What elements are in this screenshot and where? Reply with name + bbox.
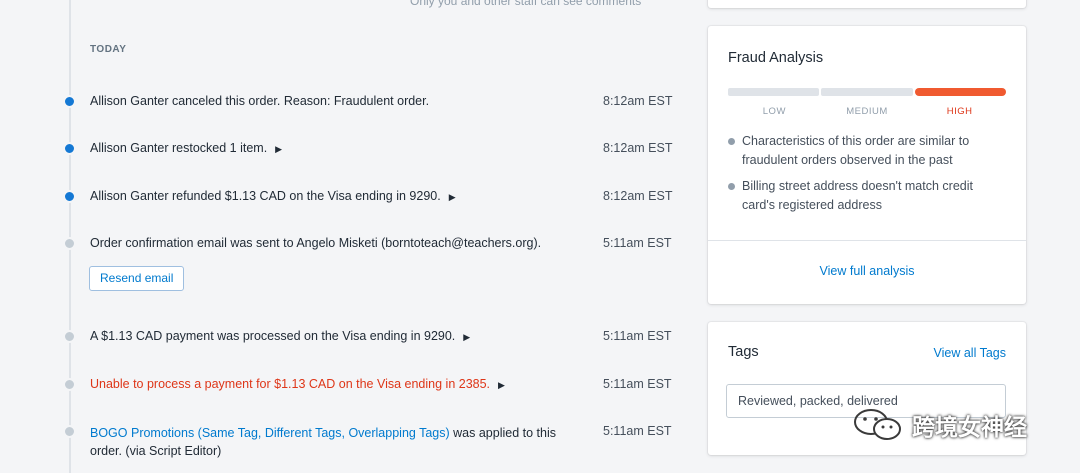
day-heading: TODAY	[90, 44, 127, 55]
risk-segment-medium	[821, 88, 913, 96]
fraud-analysis-card: Fraud Analysis LOW MEDIUM HIGH Character…	[708, 26, 1026, 304]
view-full-analysis-link[interactable]: View full analysis	[708, 264, 1026, 278]
card-title: Fraud Analysis	[728, 50, 824, 66]
expand-caret-icon[interactable]: ▶	[275, 144, 282, 154]
wechat-logo-icon	[854, 409, 901, 440]
timeline-dot-icon	[63, 330, 76, 343]
divider	[708, 240, 1026, 241]
card-title: Tags	[728, 344, 759, 360]
resend-email-button[interactable]: Resend email	[89, 266, 185, 291]
event-text: A $1.13 CAD payment was processed on the…	[90, 329, 471, 343]
timeline-event[interactable]: Unable to process a payment for $1.13 CA…	[0, 374, 700, 394]
timeline-dot-icon	[63, 190, 76, 203]
staff-comments-note: Only you and other staff can see comment…	[410, 0, 642, 8]
risk-label-medium: MEDIUM	[846, 106, 888, 117]
timeline-event: Allison Ganter canceled this order. Reas…	[0, 91, 700, 111]
event-text: Order confirmation email was sent to Ang…	[90, 236, 542, 250]
risk-label-high: HIGH	[946, 106, 973, 117]
risk-level-bar	[728, 88, 1006, 96]
watermark: 跨境女神经	[850, 408, 1027, 442]
event-time: 5:11am EST	[603, 424, 672, 438]
risk-label-low: LOW	[762, 106, 786, 117]
event-text: Allison Ganter refunded $1.13 CAD on the…	[90, 189, 456, 203]
timeline-dot-icon	[63, 95, 76, 108]
risk-segment-low	[728, 88, 820, 96]
event-time: 5:11am EST	[603, 236, 672, 250]
timeline-dot-icon	[63, 425, 76, 438]
expand-caret-icon[interactable]: ▶	[498, 380, 505, 390]
timeline-dot-icon	[63, 142, 76, 155]
expand-caret-icon[interactable]: ▶	[463, 332, 470, 342]
timeline-dot-icon	[63, 378, 76, 391]
bullet-icon	[728, 138, 735, 145]
event-time: 8:12am EST	[603, 189, 673, 203]
order-timeline: Only you and other staff can see comment…	[0, 0, 700, 473]
timeline-event: Order confirmation email was sent to Ang…	[0, 233, 700, 253]
bullet-icon	[728, 183, 735, 190]
previous-card	[708, 0, 1026, 8]
view-all-tags-link[interactable]: View all Tags	[934, 346, 1007, 360]
event-time: 5:11am EST	[603, 329, 672, 343]
timeline-event[interactable]: A $1.13 CAD payment was processed on the…	[0, 326, 700, 346]
event-text: Allison Ganter restocked 1 item. ▶	[90, 141, 283, 155]
risk-segment-high	[914, 88, 1006, 96]
expand-caret-icon[interactable]: ▶	[449, 192, 456, 202]
event-time: 8:12am EST	[603, 141, 673, 155]
discount-script-link[interactable]: BOGO Promotions (Same Tag, Different Tag…	[90, 426, 450, 440]
finding-text: Characteristics of this order are simila…	[742, 134, 970, 167]
risk-level-labels: LOW MEDIUM HIGH	[728, 106, 1006, 117]
event-text: Allison Ganter canceled this order. Reas…	[90, 94, 430, 108]
event-time: 8:12am EST	[603, 94, 673, 108]
watermark-text: 跨境女神经	[912, 415, 1027, 441]
event-time: 5:11am EST	[603, 377, 672, 391]
timeline-event[interactable]: Allison Ganter refunded $1.13 CAD on the…	[0, 186, 700, 206]
event-error-text: Unable to process a payment for $1.13 CA…	[90, 377, 505, 391]
timeline-dot-icon	[63, 237, 76, 250]
timeline-event: BOGO Promotions (Same Tag, Different Tag…	[0, 421, 700, 461]
finding-text: Billing street address doesn't match cre…	[742, 179, 973, 212]
event-text: BOGO Promotions (Same Tag, Different Tag…	[90, 426, 556, 458]
timeline-event[interactable]: Allison Ganter restocked 1 item. ▶ 8:12am…	[0, 138, 700, 158]
